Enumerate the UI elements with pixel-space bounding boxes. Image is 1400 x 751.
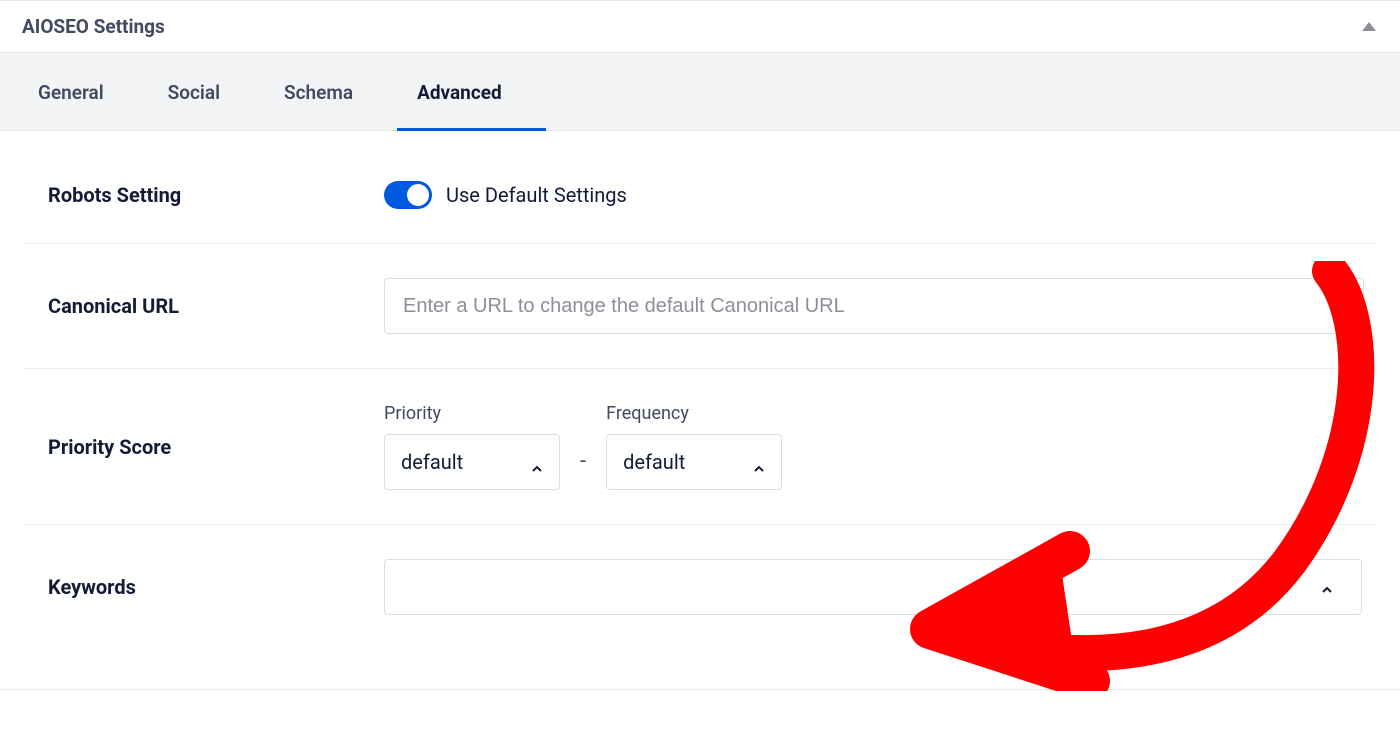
robots-toggle-label: Use Default Settings <box>446 183 627 207</box>
tab-content: Robots Setting Use Default Settings Cano… <box>0 131 1400 689</box>
keywords-select[interactable] <box>384 559 1362 615</box>
frequency-field-label: Frequency <box>606 403 782 424</box>
row-canonical-url: Canonical URL <box>24 244 1376 369</box>
chevron-up-icon <box>531 456 543 468</box>
keywords-label: Keywords <box>24 575 364 599</box>
row-robots-setting: Robots Setting Use Default Settings <box>24 147 1376 244</box>
canonical-url-label: Canonical URL <box>24 294 364 318</box>
priority-select-value: default <box>401 450 463 474</box>
toggle-knob <box>407 184 429 206</box>
canonical-url-input[interactable] <box>384 278 1364 334</box>
chevron-up-icon <box>753 456 765 468</box>
tab-advanced[interactable]: Advanced <box>397 53 546 130</box>
panel-header[interactable]: AIOSEO Settings <box>0 1 1400 53</box>
frequency-field-group: Frequency default <box>606 403 782 490</box>
settings-panel: AIOSEO Settings General Social Schema Ad… <box>0 0 1400 690</box>
row-keywords: Keywords <box>24 525 1376 649</box>
priority-field-group: Priority default <box>384 403 560 490</box>
priority-select[interactable]: default <box>384 434 560 490</box>
tab-social[interactable]: Social <box>148 53 264 130</box>
frequency-select[interactable]: default <box>606 434 782 490</box>
robots-toggle[interactable] <box>384 181 432 209</box>
priority-field-label: Priority <box>384 403 560 424</box>
row-priority-score: Priority Score Priority default - Fre <box>24 369 1376 525</box>
chevron-up-icon <box>1321 581 1333 593</box>
tab-schema[interactable]: Schema <box>264 53 397 130</box>
robots-setting-label: Robots Setting <box>24 183 364 207</box>
tabs: General Social Schema Advanced <box>0 53 1400 131</box>
priority-separator: - <box>574 449 592 490</box>
priority-score-label: Priority Score <box>24 435 364 459</box>
frequency-select-value: default <box>623 450 685 474</box>
tab-general[interactable]: General <box>18 53 148 130</box>
panel-title: AIOSEO Settings <box>22 15 165 38</box>
collapse-icon[interactable] <box>1362 22 1376 31</box>
